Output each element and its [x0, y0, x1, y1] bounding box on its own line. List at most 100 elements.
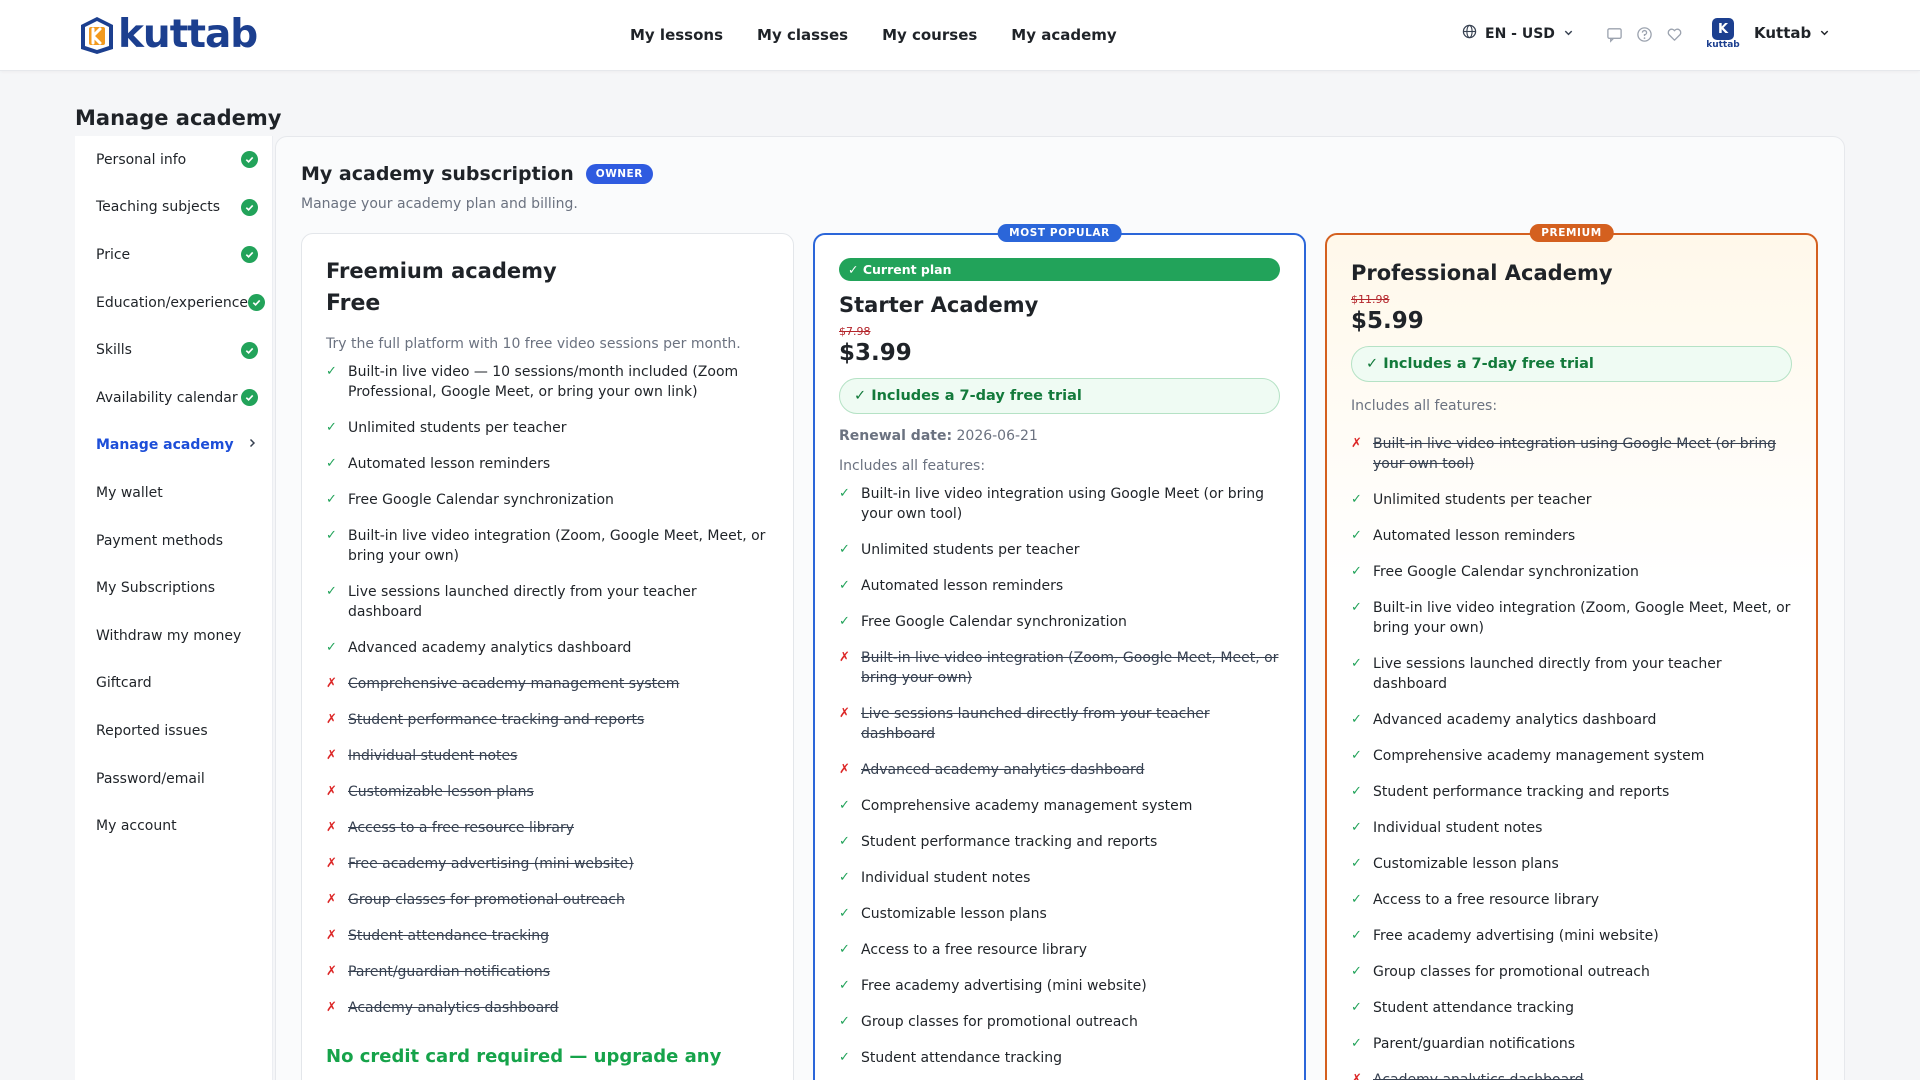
- check-icon: ✓: [839, 486, 850, 501]
- avatar[interactable]: K kuttab: [1706, 18, 1740, 52]
- sidebar-item-personal-info[interactable]: Personal info: [75, 136, 272, 184]
- sidebar-item-my-subscriptions[interactable]: My Subscriptions: [75, 564, 272, 612]
- feature-item: ✓ Automated lesson reminders: [839, 576, 1280, 596]
- check-circle-icon: [241, 151, 258, 169]
- cross-icon: ✗: [326, 748, 337, 763]
- page-title: Manage academy: [75, 106, 282, 130]
- sidebar-item-price[interactable]: Price: [75, 231, 272, 279]
- feature-item: ✓ Free Google Calendar synchronization: [326, 490, 769, 510]
- cross-icon: ✗: [326, 856, 337, 871]
- feature-text: Access to a free resource library: [348, 820, 575, 836]
- feature-text: Student performance tracking and reports: [861, 834, 1158, 850]
- check-icon: ✓: [1351, 748, 1362, 763]
- kuttab-logo-icon: [78, 15, 116, 55]
- premium-badge: PREMIUM: [1529, 224, 1614, 242]
- check-icon: ✓: [326, 456, 337, 471]
- feature-text: Free academy advertising (mini website): [861, 978, 1147, 994]
- brand-name: kuttab: [118, 12, 258, 57]
- feature-text: Access to a free resource library: [1373, 892, 1600, 908]
- locale-selector[interactable]: EN - USD: [1462, 24, 1574, 43]
- plan-name: Professional Academy: [1351, 261, 1613, 285]
- feature-item: ✗ Customizable lesson plans: [326, 782, 769, 802]
- sidebar-item-availability-calendar[interactable]: Availability calendar: [75, 374, 272, 422]
- subscription-title: My academy subscription: [301, 163, 574, 185]
- sidebar-item-password-email[interactable]: Password/email: [75, 755, 272, 803]
- sidebar-item-label: Reported issues: [96, 722, 208, 739]
- nav-my-classes[interactable]: My classes: [757, 26, 848, 44]
- feature-item: ✓ Free Google Calendar synchronization: [839, 612, 1280, 632]
- check-icon: ✓: [1351, 656, 1362, 671]
- check-circle-icon: [241, 341, 258, 359]
- check-icon: ✓: [1351, 492, 1362, 507]
- feature-item: ✓ Free Google Calendar synchronization: [1351, 562, 1792, 582]
- sidebar-item-teaching-subjects[interactable]: Teaching subjects: [75, 184, 272, 232]
- sidebar-item-my-account[interactable]: My account: [75, 802, 272, 850]
- feature-text: Automated lesson reminders: [1373, 528, 1576, 544]
- feature-text: Customizable lesson plans: [1373, 856, 1559, 872]
- check-icon: ✓: [839, 834, 850, 849]
- sidebar-item-education-experience[interactable]: Education/experience: [75, 279, 272, 327]
- check-icon: ✓: [326, 640, 337, 655]
- sidebar-item-withdraw-my-money[interactable]: Withdraw my money: [75, 612, 272, 660]
- feature-text: Built-in live video integration (Zoom, G…: [861, 650, 1279, 686]
- plan-card-professional[interactable]: PREMIUM Professional Academy $11.98 $5.9…: [1325, 224, 1818, 1080]
- feature-text: Live sessions launched directly from you…: [348, 584, 697, 620]
- cross-icon: ✗: [326, 784, 337, 799]
- user-menu[interactable]: Kuttab: [1754, 24, 1830, 42]
- sidebar-item-label: My wallet: [96, 484, 163, 501]
- feature-text: Unlimited students per teacher: [861, 542, 1080, 558]
- top-header: kuttab My lessons My classes My courses …: [0, 0, 1920, 71]
- feature-item: ✓ Access to a free resource library: [839, 940, 1280, 960]
- check-icon: ✓: [1351, 964, 1362, 979]
- feature-text: Student attendance tracking: [1373, 1000, 1574, 1016]
- check-icon: ✓: [839, 798, 850, 813]
- feature-item: ✗ Free academy advertising (mini website): [326, 854, 769, 874]
- feature-text: Advanced academy analytics dashboard: [348, 640, 632, 656]
- sidebar-item-label: Availability calendar: [96, 389, 238, 406]
- feature-item: ✓ Customizable lesson plans: [1351, 854, 1792, 874]
- feature-item: ✓ Parent/guardian notifications: [1351, 1034, 1792, 1054]
- sidebar-item-reported-issues[interactable]: Reported issues: [75, 707, 272, 755]
- check-icon: ✓: [1351, 564, 1362, 579]
- sidebar-item-manage-academy[interactable]: Manage academy: [75, 422, 272, 470]
- feature-item: ✓ Built-in live video integration (Zoom, …: [1351, 598, 1792, 638]
- feature-text: Individual student notes: [1373, 820, 1543, 836]
- feature-item: ✓ Student performance tracking and report…: [1351, 782, 1792, 802]
- check-circle-icon: [248, 294, 266, 312]
- free-trial-badge: ✓ Includes a 7-day free trial: [1351, 346, 1792, 382]
- cross-icon: ✗: [326, 820, 337, 835]
- sidebar-item-label: Password/email: [96, 770, 205, 787]
- feature-item: ✓ Student performance tracking and report…: [839, 832, 1280, 852]
- brand-logo[interactable]: kuttab: [78, 12, 258, 57]
- owner-badge: OWNER: [585, 164, 653, 184]
- plan-price: $5.99: [1351, 308, 1424, 334]
- feature-item: ✗ Academy analytics dashboard: [326, 998, 769, 1018]
- feature-text: Group classes for promotional outreach: [861, 1014, 1138, 1030]
- user-name: Kuttab: [1754, 24, 1812, 42]
- message-icon[interactable]: [1605, 25, 1623, 43]
- feature-text: Advanced academy analytics dashboard: [1373, 712, 1657, 728]
- sidebar-item-skills[interactable]: Skills: [75, 326, 272, 374]
- sidebar-item-label: Teaching subjects: [96, 199, 221, 216]
- plan-card-freemium[interactable]: Freemium academy Free Try the full platf…: [301, 233, 794, 1080]
- feature-item: ✗ Student performance tracking and report…: [326, 710, 769, 730]
- nav-my-courses[interactable]: My courses: [882, 26, 977, 44]
- feature-text: Free academy advertising (mini website): [348, 856, 634, 872]
- sidebar-item-giftcard[interactable]: Giftcard: [75, 660, 272, 708]
- help-icon[interactable]: [1635, 25, 1653, 43]
- feature-item: ✓ Group classes for promotional outreach: [1351, 962, 1792, 982]
- heart-icon[interactable]: [1665, 25, 1683, 43]
- feature-text: Built-in live video integration (Zoom, G…: [348, 528, 766, 564]
- feature-item: ✓ Unlimited students per teacher: [839, 540, 1280, 560]
- sidebar-item-payment-methods[interactable]: Payment methods: [75, 517, 272, 565]
- plan-card-starter[interactable]: MOST POPULAR ✓ Current plan Starter Acad…: [813, 224, 1306, 1080]
- check-icon: ✓: [1351, 856, 1362, 871]
- check-icon: ✓: [1351, 1036, 1362, 1051]
- feature-text: Parent/guardian notifications: [348, 964, 551, 980]
- cross-icon: ✗: [326, 1000, 337, 1015]
- nav-my-lessons[interactable]: My lessons: [630, 26, 723, 44]
- sidebar-item-my-wallet[interactable]: My wallet: [75, 469, 272, 517]
- nav-my-academy[interactable]: My academy: [1011, 26, 1116, 44]
- original-price: $11.98: [1351, 293, 1390, 306]
- feature-item: ✗ Group classes for promotional outreach: [326, 890, 769, 910]
